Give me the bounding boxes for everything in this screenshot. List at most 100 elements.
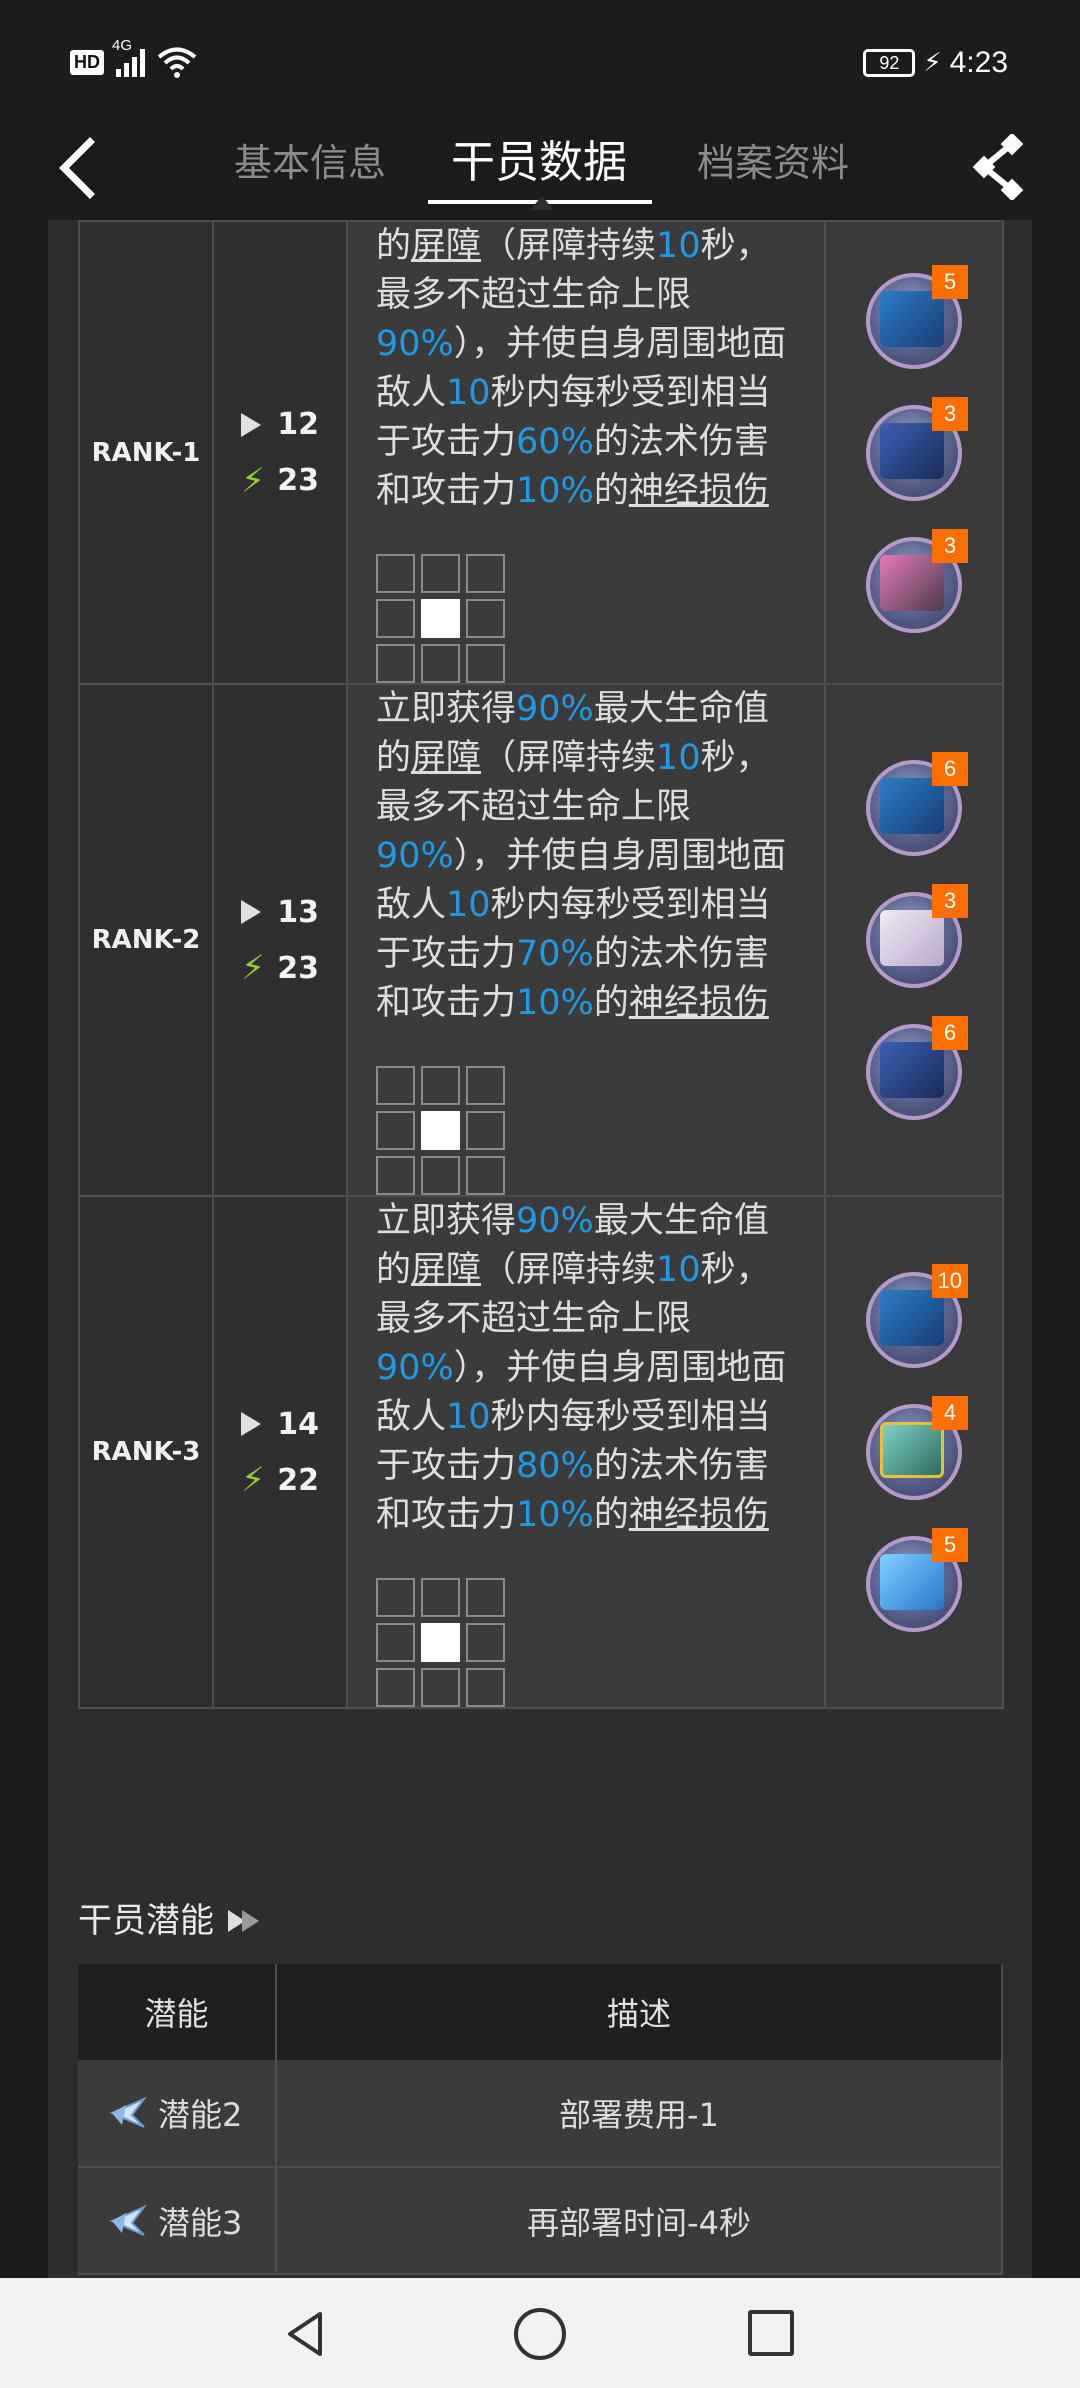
- rank-sp-cell: 14 ⚡ 22: [212, 1195, 348, 1709]
- term-link[interactable]: 屏障: [411, 1250, 481, 1290]
- rank-row: RANK-1 12 ⚡ 23 的屏障（屏障持续10秒，最多不超过生命上限90%），并使自…: [78, 220, 1004, 685]
- highlight-value: 90%: [376, 1348, 454, 1388]
- highlight-value: 10: [656, 226, 701, 266]
- range-cell: [421, 1668, 460, 1707]
- highlight-value: 80%: [516, 1446, 594, 1486]
- nav-recent-apps-icon[interactable]: [748, 2310, 794, 2356]
- potential-section-title[interactable]: 干员潜能: [78, 1892, 259, 1950]
- range-cell: [466, 599, 505, 638]
- sp-cost-value: 22: [277, 1462, 319, 1498]
- rank-description-cell: 的屏障（屏障持续10秒，最多不超过生命上限90%），并使自身周围地面敌人10秒内…: [346, 220, 826, 685]
- material-count-badge: 3: [932, 396, 968, 431]
- term-link[interactable]: 神经损伤: [629, 1495, 769, 1535]
- status-right: 92 ⚡ 4:23: [863, 46, 1008, 80]
- material-count-badge: 10: [931, 1264, 968, 1298]
- material-count-badge: 4: [932, 1396, 968, 1430]
- potential-label-cell: 潜能3: [78, 2167, 277, 2275]
- highlight-value: 90%: [516, 1201, 594, 1241]
- material-image: [880, 1422, 944, 1478]
- rank-row: RANK-3 14 ⚡ 22 立即获得90%最大生命值的屏障（屏障持续10秒，最多不超过…: [78, 1195, 1004, 1709]
- range-cell: [421, 1578, 460, 1617]
- tab-basic-info[interactable]: 基本信息: [210, 128, 410, 198]
- active-tab-caret: [530, 196, 554, 210]
- range-cell: [376, 1578, 415, 1617]
- attack-range-grid: [376, 554, 796, 683]
- potential-desc: 再部署时间-4秒: [276, 2167, 1003, 2275]
- range-cell: [466, 1668, 505, 1707]
- app-screen: HD 4G 92 ⚡ 4:23 基本信息 干员数据 档案资料 RANK-1 12…: [0, 0, 1080, 2388]
- material-image: [880, 554, 944, 611]
- oriron-icon[interactable]: 3: [866, 528, 968, 633]
- highlight-value: 70%: [516, 934, 594, 974]
- range-cell-self: [421, 1623, 460, 1662]
- rank-description: 的屏障（屏障持续10秒，最多不超过生命上限90%），并使自身周围地面敌人10秒内…: [376, 222, 796, 516]
- range-cell: [466, 1066, 505, 1105]
- crystal-icon[interactable]: 5: [866, 1528, 968, 1632]
- potential-star-icon: [109, 2096, 148, 2128]
- rank-row: RANK-2 13 ⚡ 23 立即获得90%最大生命值的屏障（屏障持续10秒，最多不超过…: [78, 683, 1004, 1197]
- description-text: （屏障持续: [481, 1250, 657, 1290]
- rank-materials-cell: 10 4 5: [824, 1195, 1004, 1709]
- term-link[interactable]: 屏障: [411, 738, 481, 778]
- material-count-badge: 3: [932, 528, 968, 563]
- range-cell: [376, 599, 415, 638]
- initial-sp-value: 12: [277, 407, 319, 442]
- sp-cost-icon: ⚡: [241, 460, 265, 501]
- range-cell: [421, 1066, 460, 1105]
- highlight-value: 60%: [516, 422, 594, 462]
- nav-home-icon[interactable]: [514, 2308, 566, 2360]
- highlight-value: 10: [656, 1250, 701, 1290]
- gel-icon[interactable]: 4: [866, 1396, 968, 1500]
- rank-name: RANK-3: [78, 1195, 214, 1709]
- material-image: [880, 910, 944, 966]
- range-cell: [376, 1668, 415, 1707]
- rank-name: RANK-1: [78, 220, 214, 685]
- initial-sp-value: 13: [277, 894, 319, 930]
- attack-range-grid: [376, 1578, 796, 1707]
- hd-badge: HD: [70, 49, 104, 75]
- highlight-value: 90%: [376, 324, 454, 364]
- tab-operator-data[interactable]: 干员数据: [428, 128, 650, 198]
- rank-description-cell: 立即获得90%最大生命值的屏障（屏障持续10秒，最多不超过生命上限90%），并使…: [346, 1195, 826, 1709]
- material-count-badge: 6: [932, 1016, 968, 1050]
- range-cell: [376, 644, 415, 683]
- range-cell: [466, 1111, 505, 1150]
- term-link[interactable]: 神经损伤: [629, 471, 769, 511]
- material-image: [880, 778, 944, 834]
- highlight-value: 90%: [516, 689, 594, 729]
- highlight-value: 10%: [516, 1495, 594, 1535]
- top-nav: 基本信息 干员数据 档案资料: [0, 120, 1080, 220]
- battery-icon: 92: [863, 49, 916, 77]
- material-count-badge: 5: [932, 1528, 968, 1562]
- potential-header-label: 潜能: [78, 1964, 277, 2060]
- polyester-icon[interactable]: 3: [866, 884, 968, 988]
- network-type: 4G: [112, 37, 133, 54]
- material-image: [880, 1554, 944, 1610]
- material-image: [880, 1290, 944, 1346]
- term-link[interactable]: 神经损伤: [629, 983, 769, 1023]
- potential-row: 潜能2 部署费用-1: [78, 2060, 1003, 2168]
- tab-archive[interactable]: 档案资料: [668, 128, 878, 198]
- device-icon[interactable]: 6: [866, 1016, 968, 1120]
- initial-sp-icon: [241, 900, 261, 924]
- highlight-value: 10: [656, 738, 701, 778]
- highlight-value: 10%: [516, 471, 594, 511]
- clock: 4:23: [949, 46, 1008, 79]
- chip-icon[interactable]: 10: [866, 1264, 968, 1368]
- description-text: （屏障持续: [481, 226, 657, 266]
- potential-label-cell: 潜能2: [78, 2060, 277, 2168]
- device-icon[interactable]: 3: [866, 396, 968, 501]
- description-text: 的: [376, 226, 412, 266]
- sp-cost-icon: ⚡: [241, 948, 265, 988]
- back-arrow-icon[interactable]: [52, 128, 112, 208]
- rank-description-cell: 立即获得90%最大生命值的屏障（屏障持续10秒，最多不超过生命上限90%），并使…: [346, 683, 826, 1197]
- nav-back-icon[interactable]: [280, 2308, 332, 2360]
- range-cell: [376, 1623, 415, 1662]
- potential-label: 潜能3: [158, 2203, 243, 2242]
- material-count-badge: 6: [932, 752, 968, 786]
- range-cell: [466, 1623, 505, 1662]
- term-link[interactable]: 屏障: [411, 226, 481, 266]
- chip-icon[interactable]: 6: [866, 752, 968, 856]
- share-icon[interactable]: [968, 134, 1028, 200]
- chip-icon[interactable]: 5: [866, 264, 968, 369]
